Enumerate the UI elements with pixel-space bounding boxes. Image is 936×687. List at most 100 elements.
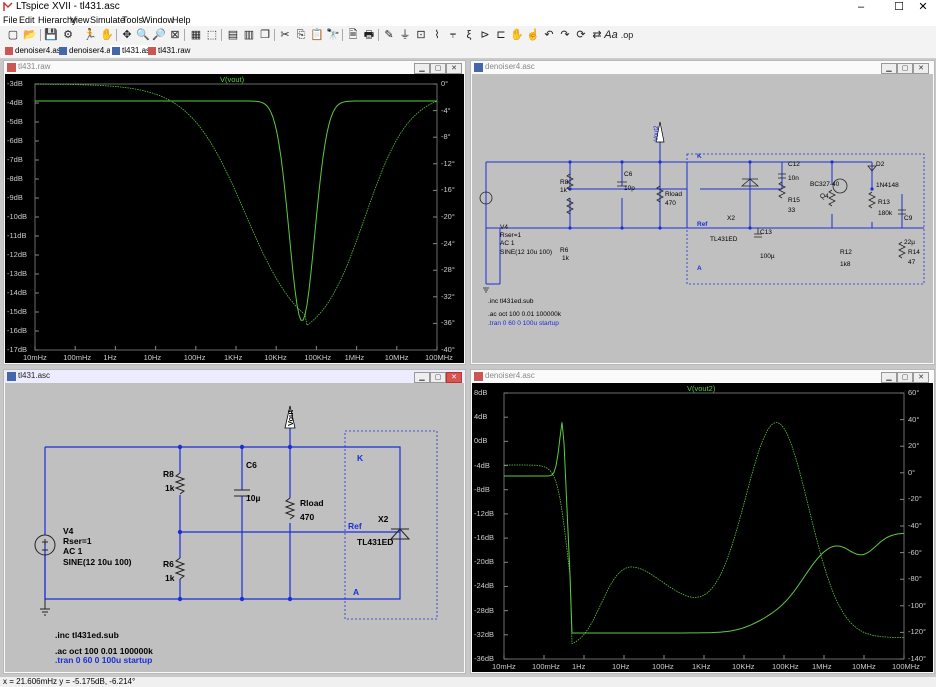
directive-inc[interactable]: .inc tl431ed.sub xyxy=(55,630,119,640)
spice-directive-icon[interactable]: .op xyxy=(620,28,634,42)
x-tick-label: 10Hz xyxy=(612,662,630,671)
plot-pane[interactable]: V(vout) -3dB -4dB -5dB -6dB -7dB -8dB -9dB -10d… xyxy=(5,74,464,363)
label-c6: C6 xyxy=(246,460,257,470)
rotate-icon[interactable]: ⟳ xyxy=(574,28,588,42)
window-maximize-button[interactable]: ▢ xyxy=(430,63,446,74)
y2-tick-label: -20° xyxy=(908,494,922,504)
menu-help[interactable]: Help xyxy=(172,14,191,26)
window-close-button[interactable]: ✕ xyxy=(446,372,462,383)
text-icon[interactable]: Aa xyxy=(604,28,618,42)
tile-vertical-icon[interactable]: ▥ xyxy=(242,28,256,42)
close-button[interactable]: ✕ xyxy=(912,0,934,14)
redo-icon[interactable]: ↷ xyxy=(558,28,572,42)
x-tick-label: 100Hz xyxy=(183,353,206,362)
schematic-icon xyxy=(474,63,483,72)
tile-horizontal-icon[interactable]: ▤ xyxy=(226,28,240,42)
paste-icon[interactable]: 📋 xyxy=(310,28,324,42)
move-icon[interactable]: ✋ xyxy=(510,28,524,42)
window-maximize-button[interactable]: ▢ xyxy=(897,63,913,74)
resistor-icon[interactable]: ⌇ xyxy=(430,28,444,42)
pan-icon[interactable]: ✥ xyxy=(120,28,134,42)
window-close-button[interactable]: ✕ xyxy=(446,63,462,74)
diode-icon[interactable]: ⊳ xyxy=(478,28,492,42)
autorange-icon[interactable]: ▦ xyxy=(189,28,203,42)
find-icon[interactable]: 🔭 xyxy=(326,28,340,42)
zoom-out-icon[interactable]: 🔎 xyxy=(152,28,166,42)
zoom-in-icon[interactable]: 🔍 xyxy=(136,28,150,42)
maximize-button[interactable]: ☐ xyxy=(888,0,910,14)
schematic-icon xyxy=(59,46,67,55)
menu-window[interactable]: Window xyxy=(142,14,174,26)
halt-icon[interactable]: ✋ xyxy=(100,28,114,42)
directive-tran[interactable]: .tran 0 60 0 100u startup xyxy=(55,655,152,665)
window-minimize-button[interactable]: ▁ xyxy=(414,63,430,74)
zoom-fit-icon[interactable]: ⊠ xyxy=(168,28,182,42)
component-icon[interactable]: ⊏ xyxy=(494,28,508,42)
cascade-icon[interactable]: ❐ xyxy=(258,28,272,42)
label-x2: X2 xyxy=(378,514,389,524)
print-icon[interactable]: 🖶 xyxy=(362,28,376,42)
ltspice-app-icon xyxy=(3,2,13,11)
label-v4: V4 xyxy=(63,526,74,536)
ground-icon[interactable]: ⏚ xyxy=(398,28,412,42)
value-r8: 1k xyxy=(560,187,568,194)
y-tick-label: -14dB xyxy=(7,288,28,297)
window-minimize-button[interactable]: ▁ xyxy=(881,63,897,74)
directive-inc[interactable]: .inc tl431ed.sub xyxy=(488,298,534,305)
y2-tick-label: -32° xyxy=(441,291,455,301)
copy-icon[interactable]: ⎘ xyxy=(294,28,308,42)
window-close-button[interactable]: ✕ xyxy=(913,63,929,74)
menu-edit[interactable]: Edit xyxy=(19,14,35,26)
directive-tran[interactable]: .tran 0 60 0 100u startup xyxy=(488,320,559,327)
window-maximize-button[interactable]: ▢ xyxy=(897,372,913,383)
x-tick-label: 100mHz xyxy=(63,353,92,362)
mirror-icon[interactable]: ⇄ xyxy=(590,28,604,42)
tab-tl431-raw[interactable]: tl431.raw xyxy=(146,45,192,57)
cut-icon[interactable]: ✂ xyxy=(278,28,292,42)
y-tick-label: -7dB xyxy=(7,155,23,164)
y-tick-label: -6dB xyxy=(7,136,23,145)
schematic-canvas[interactable]: Vout K A Ref R8 1k C6 10µ Rload 470 R6 1… xyxy=(5,383,464,672)
waveform-icon xyxy=(474,372,483,381)
net-label-vout2[interactable]: Vout2 xyxy=(654,125,660,141)
schematic-canvas[interactable]: Vout2 K A Ref R8 1k C6 10p Rload 470 R6 … xyxy=(472,74,933,363)
run-icon[interactable]: 🏃 xyxy=(83,28,97,42)
inductor-icon[interactable]: ξ xyxy=(462,28,476,42)
label-rload: Rload xyxy=(300,498,324,508)
wire-icon[interactable]: ✎ xyxy=(382,28,396,42)
schematic-drawing: Vout2 K A Ref R8 1k C6 10p Rload 470 R6 … xyxy=(479,121,925,327)
plot-pane[interactable]: V(vout2) 8dB 4dB 0dB -4dB -8dB -12dB -16dB -20d… xyxy=(472,383,933,672)
menu-tools[interactable]: Tools xyxy=(122,14,143,26)
control-panel-icon[interactable]: ⚙ xyxy=(61,28,75,42)
window-close-button[interactable]: ✕ xyxy=(913,372,929,383)
window-minimize-button[interactable]: ▁ xyxy=(881,372,897,383)
new-schematic-icon[interactable]: ▢ xyxy=(6,28,20,42)
menu-file[interactable]: File xyxy=(3,14,18,26)
menu-view[interactable]: View xyxy=(70,14,89,26)
undo-icon[interactable]: ↶ xyxy=(542,28,556,42)
print-preview-icon[interactable]: 🗎 xyxy=(346,28,360,42)
menu-simulate[interactable]: Simulate xyxy=(90,14,125,26)
window-minimize-button[interactable]: ▁ xyxy=(414,372,430,383)
drag-icon[interactable]: ☝ xyxy=(526,28,540,42)
y-tick-label: -3dB xyxy=(7,79,23,88)
x-tick-label: 100KHz xyxy=(304,353,332,362)
open-icon[interactable]: 📂 xyxy=(23,28,37,42)
minimize-button[interactable]: – xyxy=(850,0,872,14)
x-tick-label: 100MHz xyxy=(892,662,920,671)
net-label-vout[interactable]: Vout xyxy=(286,409,295,426)
window-maximize-button[interactable]: ▢ xyxy=(430,372,446,383)
net-label-a: A xyxy=(353,587,359,597)
directive-ac[interactable]: .ac oct 100 0.01 100000k xyxy=(488,311,562,318)
value-rload: 470 xyxy=(300,512,314,522)
mark-icon[interactable]: ⬚ xyxy=(205,28,219,42)
schematic-window-denoiser4: denoiser4.asc ▁ ▢ ✕ Vout2 K A Ref R8 1k … xyxy=(470,60,935,365)
x-tick-label: 1MHz xyxy=(812,662,832,671)
label-x2: X2 xyxy=(727,215,735,222)
save-icon[interactable]: 💾 xyxy=(44,28,58,42)
label-net-icon[interactable]: ⊡ xyxy=(414,28,428,42)
capacitor-icon[interactable]: ⫧ xyxy=(446,28,460,42)
x-tick-label: 1MHz xyxy=(344,353,365,362)
value-c6: 10p xyxy=(624,185,635,192)
schematic-drawing: Vout K A Ref R8 1k C6 10µ Rload 470 R6 1… xyxy=(34,405,438,665)
